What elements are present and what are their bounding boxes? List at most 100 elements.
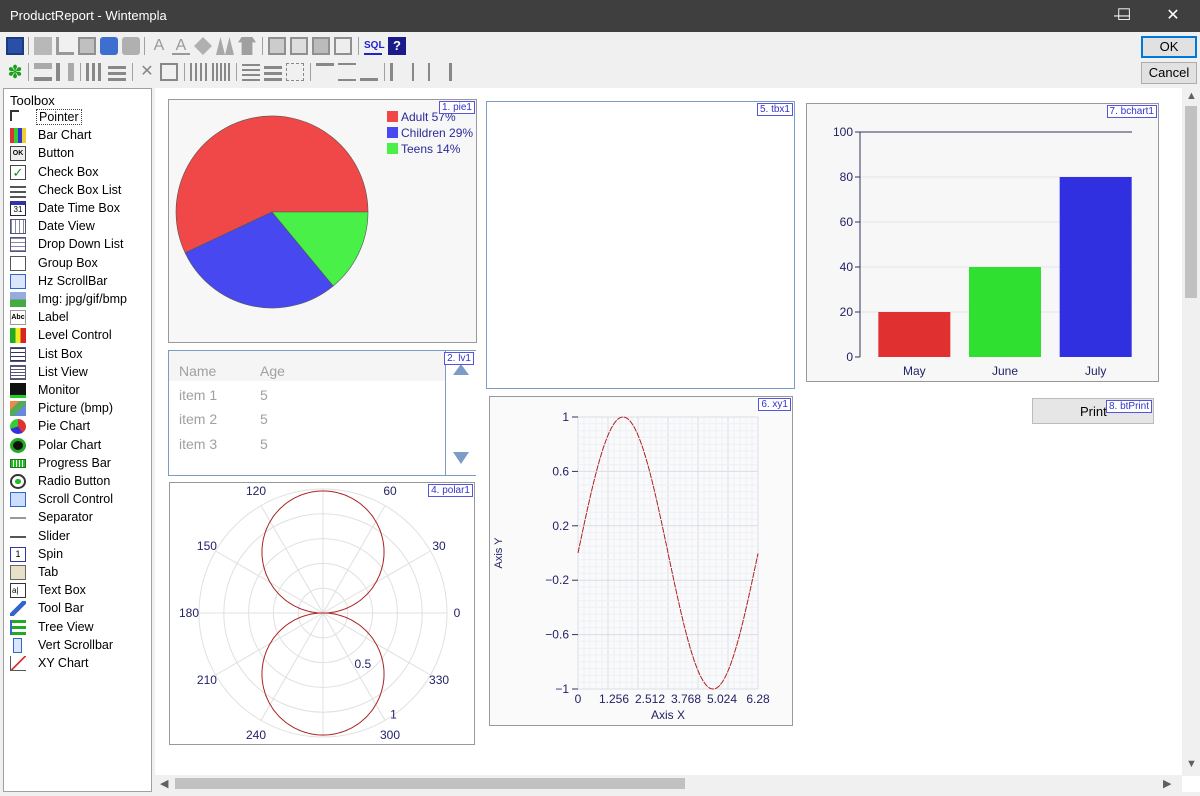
toolbox-item-level-control[interactable]: Level Control (8, 327, 148, 345)
help-icon[interactable]: ? (388, 37, 406, 55)
scroll-up-icon[interactable] (453, 364, 469, 375)
print-button[interactable]: Print 8. btPrint (1032, 398, 1154, 424)
redo-icon[interactable] (122, 37, 140, 55)
undo-icon[interactable] (100, 37, 118, 55)
flower-icon[interactable]: ✽ (6, 63, 24, 81)
vertical-spacing-icon[interactable] (264, 63, 282, 81)
brush-icon[interactable] (216, 37, 234, 55)
toolbox-item-label[interactable]: Abc Label (8, 309, 148, 327)
scroll-left-icon[interactable]: ◀ (160, 777, 168, 790)
toolbox-item-button[interactable]: OK Button (8, 145, 148, 163)
grid-icon[interactable] (286, 63, 304, 81)
cancel-button[interactable]: Cancel (1141, 62, 1197, 84)
align-left-icon[interactable] (390, 63, 408, 81)
align-bottom-icon[interactable] (34, 63, 52, 81)
toolbox-item-date-time-box[interactable]: 31 Date Time Box (8, 200, 148, 218)
align-center-icon[interactable] (412, 63, 430, 81)
scroll-control-icon (10, 492, 26, 508)
send-back-icon[interactable] (290, 37, 308, 55)
toolbox-item-progress-bar[interactable]: Progress Bar (8, 455, 148, 473)
toolbox-item-text-box[interactable]: a| Text Box (8, 582, 148, 600)
scroll-down-icon[interactable] (453, 452, 469, 464)
fill-icon[interactable] (194, 37, 212, 55)
toolbox-item-check-box-list[interactable]: Check Box List (8, 182, 148, 200)
toolbox-item-hz-scrollbar[interactable]: Hz ScrollBar (8, 273, 148, 291)
same-width-icon[interactable] (190, 63, 208, 81)
y-tick-label: 0.6 (552, 464, 569, 478)
horizontal-scrollbar[interactable]: ◀ ▶ (155, 775, 1182, 792)
send-backward-icon[interactable] (334, 37, 352, 55)
toolbox-item-bar-chart[interactable]: Bar Chart (8, 127, 148, 145)
sql-icon[interactable]: SQL (364, 37, 385, 55)
scroll-up-icon[interactable]: ▲ (1186, 90, 1197, 102)
pointer-icon (10, 110, 19, 121)
list-scrollbar[interactable] (445, 351, 476, 475)
toolbox-item-tree-view[interactable]: Tree View (8, 619, 148, 637)
bring-front-icon[interactable] (268, 37, 286, 55)
align-middle-icon[interactable] (338, 63, 356, 81)
scrollbar-thumb[interactable] (1185, 106, 1197, 298)
cut-icon[interactable] (56, 37, 74, 55)
toolbox-item-slider[interactable]: Slider (8, 528, 148, 546)
toolbox-item-xy-chart[interactable]: XY Chart (8, 655, 148, 673)
toolbox-item-polar-chart[interactable]: Polar Chart (8, 437, 148, 455)
align-right-icon[interactable] (434, 63, 452, 81)
font-icon[interactable]: A (150, 37, 168, 55)
calendar-icon: 31 (10, 201, 26, 216)
toolbox-item-tab[interactable]: Tab (8, 564, 148, 582)
shirt-icon[interactable] (238, 37, 256, 55)
space-down-icon[interactable] (108, 63, 126, 81)
wrench-icon (10, 601, 26, 617)
close-button[interactable]: ✕ (1150, 0, 1196, 32)
align-top-icon[interactable] (316, 63, 334, 81)
xy-chart-control[interactable]: 1 0.6 0.2 −0.2 −0.6 −1 0 1.256 2.512 3.768 5.024 6.… (489, 396, 793, 726)
text-box-control[interactable]: 5. tbx1 (486, 101, 795, 389)
font-color-icon[interactable]: A (172, 37, 190, 55)
toolbox-item-check-box[interactable]: ✓ Check Box (8, 164, 148, 182)
center-horizontal-icon[interactable] (56, 63, 74, 81)
polar-angle-label: 180 (179, 606, 199, 620)
toolbox-item-group-box[interactable]: Group Box (8, 255, 148, 273)
toolbox-item-vert-scrollbar[interactable]: Vert Scrollbar (8, 637, 148, 655)
toolbox-item-picture-bmp[interactable]: Picture (bmp) (8, 400, 148, 418)
toolbox-item-label: Radio Button (38, 474, 111, 488)
align-bottom-edge-icon[interactable] (360, 63, 378, 81)
tree-view-icon (10, 619, 26, 635)
maximize-button[interactable]: ☐ (1108, 0, 1140, 32)
toolbox-item-pie-chart[interactable]: Pie Chart (8, 418, 148, 436)
toolbox-item-drop-down-list[interactable]: Drop Down List (8, 236, 148, 254)
toolbox-item-separator[interactable]: Separator (8, 509, 148, 527)
column-header[interactable]: Name (179, 363, 216, 379)
toolbox-item-date-view[interactable]: Date View (8, 218, 148, 236)
scrollbar-thumb[interactable] (175, 778, 685, 789)
toolbox-item-radio-button[interactable]: Radio Button (8, 473, 148, 491)
list-view-control[interactable]: Name Age item 1 5 item 2 5 item 3 5 2. l… (168, 350, 476, 476)
toolbox-item-img-jpg-gif-bmp[interactable]: Img: jpg/gif/bmp (8, 291, 148, 309)
column-header[interactable]: Age (260, 363, 285, 379)
same-size-icon[interactable] (242, 63, 260, 81)
pie-chart-control[interactable]: Adult 57% Children 29% Teens 14% 1. pie1 (168, 99, 477, 343)
polar-chart-control[interactable]: 0 30 60 120 150 180 210 240 300 330 0.5 1 4. polar1 (169, 482, 475, 745)
toolbox-item-list-view[interactable]: List View (8, 364, 148, 382)
maximize-icon: ☐ (1116, 7, 1132, 24)
vertical-scrollbar[interactable]: ▲ ▼ (1182, 88, 1200, 776)
ok-button[interactable]: OK (1141, 36, 1197, 58)
bring-forward-icon[interactable] (312, 37, 330, 55)
toolbox-item-tool-bar[interactable]: Tool Bar (8, 600, 148, 618)
frame-icon[interactable] (160, 63, 178, 81)
toolbox-item-scroll-control[interactable]: Scroll Control (8, 491, 148, 509)
paste-icon[interactable] (78, 37, 96, 55)
toolbox-item-monitor[interactable]: Monitor (8, 382, 148, 400)
delete-icon[interactable]: ✕ (138, 63, 156, 81)
scroll-down-icon[interactable]: ▼ (1186, 758, 1197, 770)
bar-chart-control[interactable]: 0 20 40 60 80 100 May June July 7. bchart1 (806, 103, 1159, 382)
toolbox-item-pointer[interactable]: Pointer (8, 109, 148, 127)
toolbox-item-spin[interactable]: 1 Spin (8, 546, 148, 564)
same-height-icon[interactable] (212, 63, 230, 81)
copy-icon[interactable] (34, 37, 52, 55)
space-across-icon[interactable] (86, 63, 104, 81)
save-icon[interactable] (6, 37, 24, 55)
toolbox-item-list-box[interactable]: List Box (8, 346, 148, 364)
design-canvas[interactable]: Adult 57% Children 29% Teens 14% 1. pie1 N… (155, 88, 1200, 792)
scroll-right-icon[interactable]: ▶ (1163, 777, 1171, 790)
